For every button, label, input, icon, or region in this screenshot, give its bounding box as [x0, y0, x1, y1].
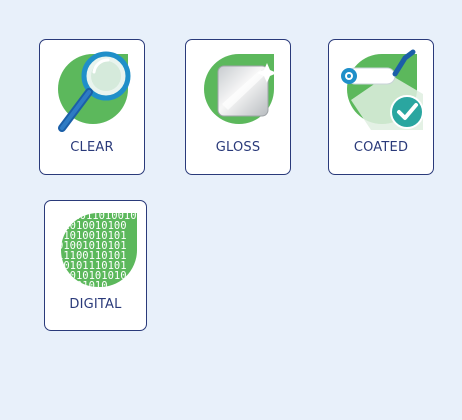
binary-text: 0101101001001010010100010100101010100101… [57, 213, 137, 292]
option-label: CLEAR [70, 140, 114, 155]
option-card-coated[interactable]: COATED [328, 39, 434, 175]
option-card-gloss[interactable]: GLOSS [185, 39, 291, 175]
glossy-sheet-icon [204, 54, 277, 124]
option-label: COATED [353, 140, 409, 155]
paint-roller-check-icon [341, 49, 424, 130]
binary-code-icon: 0101101001001010010100010100101010100101… [57, 213, 138, 292]
option-label: GLOSS [215, 140, 261, 155]
option-label: DIGITAL [69, 297, 122, 312]
option-card-clear[interactable]: CLEAR [39, 39, 145, 175]
magnifier-icon [58, 51, 131, 132]
option-card-digital[interactable]: 01011010010 01010010100 01010010101 0100101… [44, 200, 147, 331]
finish-selection-panel: CLEAR GLOSS COATED 01011010010 010100101… [0, 0, 462, 420]
binary-row: 01001010 [57, 280, 108, 292]
